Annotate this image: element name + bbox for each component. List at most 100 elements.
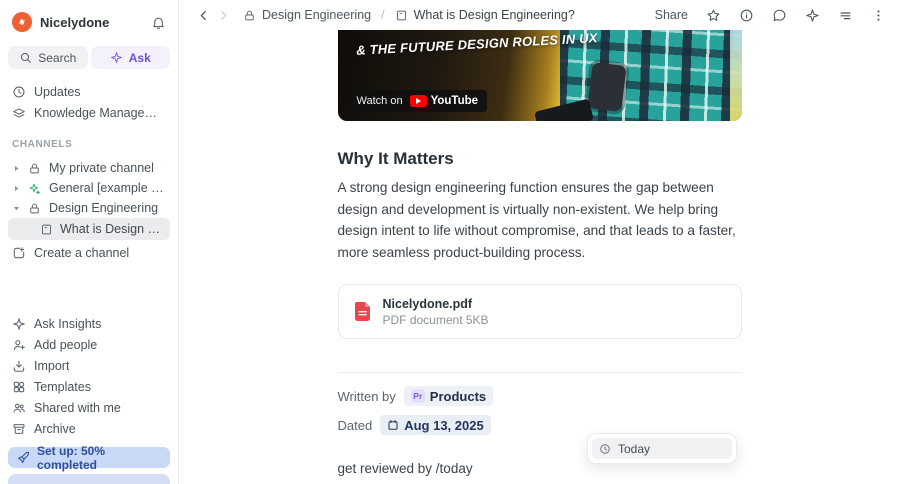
clock-icon — [599, 443, 611, 455]
chevron-right-icon[interactable] — [10, 164, 22, 173]
file-name: Nicelydone.pdf — [382, 296, 473, 311]
youtube-logo: YouTube — [409, 95, 479, 107]
channels-section-header: CHANNELS — [12, 139, 73, 150]
setup-progress-button[interactable]: Set up: 50% completed — [8, 444, 170, 472]
written-by-row: Written by Pr Products — [338, 386, 742, 406]
setup-progress-label: Set up: 50% completed — [37, 443, 106, 472]
video-background-sliver — [729, 30, 742, 121]
green-sparkle-icon — [28, 182, 41, 195]
pdf-attachment-card[interactable]: Nicelydone.pdf PDF document 5KB — [337, 284, 742, 339]
sidebar-item-label: Shared with me — [34, 400, 121, 415]
main-area: Design Engineering / What is Design Engi… — [179, 0, 900, 484]
channel-label: General [example channel] — [49, 181, 168, 195]
create-channel-button[interactable]: Create a channel — [8, 242, 170, 263]
breadcrumb-page[interactable]: What is Design Engineering? — [414, 8, 575, 22]
people-icon — [12, 401, 26, 415]
content-divider — [337, 372, 742, 373]
sidebar-item-shared-with-me[interactable]: Shared with me — [8, 397, 170, 418]
sidebar-item-templates[interactable]: Templates — [8, 376, 170, 397]
forward-icon[interactable] — [213, 9, 233, 22]
bell-icon[interactable] — [151, 15, 166, 30]
chevron-right-icon[interactable] — [10, 184, 22, 193]
page-icon — [40, 223, 53, 236]
app-name: Nicelydone — [40, 14, 110, 30]
sidebar-item-add-people[interactable]: Add people — [8, 334, 170, 355]
app-logo — [12, 12, 32, 32]
search-button[interactable]: Search — [8, 46, 88, 69]
watch-on-label: Watch on — [356, 95, 403, 107]
sidebar-item-ask-insights[interactable]: Ask Insights — [8, 313, 170, 334]
sidebar-item-label: Templates — [34, 379, 91, 394]
toc-icon[interactable] — [838, 8, 853, 23]
ask-button[interactable]: Ask — [90, 46, 170, 69]
youtube-wordmark: YouTube — [430, 95, 479, 107]
sparkle-icon — [12, 317, 26, 331]
lock-icon — [28, 162, 41, 175]
app-window: Nicelydone Search Ask Updates Knowledge … — [0, 0, 900, 484]
clock-icon — [12, 85, 26, 99]
slash-command-dropdown: Today — [587, 433, 737, 464]
info-icon[interactable] — [739, 8, 754, 23]
dropdown-option-label: Today — [618, 441, 651, 456]
more-icon[interactable] — [871, 8, 886, 23]
breadcrumb-separator: / — [381, 8, 385, 22]
layers-icon — [12, 106, 26, 120]
rocket-icon — [17, 451, 30, 464]
sidebar-item-import[interactable]: Import — [8, 355, 170, 376]
dated-row: Dated Aug 13, 2025 — [338, 415, 742, 435]
breadcrumb-channel[interactable]: Design Engineering — [262, 8, 371, 22]
sidebar-item-label: Import — [34, 358, 70, 373]
sidebar-channel-design-engineering[interactable]: Design Engineering — [8, 198, 170, 218]
comment-icon[interactable] — [772, 8, 787, 23]
back-icon[interactable] — [193, 9, 213, 22]
sidebar-item-knowledge-management[interactable]: Knowledge Management — [8, 102, 170, 123]
date-chip[interactable]: Aug 13, 2025 — [380, 415, 491, 435]
share-button[interactable]: Share — [655, 8, 688, 22]
breadcrumb: Design Engineering / What is Design Engi… — [243, 8, 575, 22]
sidebar-nav: Updates Knowledge Management — [8, 81, 170, 123]
dated-label: Dated — [337, 417, 373, 433]
file-info: Nicelydone.pdf PDF document 5KB — [383, 297, 489, 327]
person-plus-icon — [12, 338, 26, 352]
sidebar-item-updates[interactable]: Updates — [8, 81, 170, 102]
star-icon[interactable] — [706, 8, 721, 23]
page-label: What is Design Engineering? — [60, 222, 166, 236]
sidebar-item-label: Knowledge Management — [34, 105, 166, 120]
chevron-down-icon[interactable] — [10, 204, 22, 213]
create-channel-label: Create a channel — [34, 245, 130, 260]
channels-tree: My private channel General [example chan… — [8, 158, 170, 263]
sidebar-item-label: Updates — [34, 84, 81, 99]
partial-bottom-chip[interactable] — [8, 474, 170, 484]
templates-icon — [12, 380, 26, 394]
document-column: & THE FUTURE DESIGN ROLES IN UX Watch on… — [337, 30, 742, 484]
sidebar-channel-general[interactable]: General [example channel] — [8, 178, 170, 198]
youtube-video-embed[interactable]: & THE FUTURE DESIGN ROLES IN UX Watch on… — [337, 30, 742, 121]
sidebar-header: Nicelydone — [8, 8, 170, 36]
watch-on-youtube-button[interactable]: Watch on YouTube — [347, 90, 488, 112]
ask-label: Ask — [128, 50, 151, 65]
sidebar: Nicelydone Search Ask Updates Knowledge … — [0, 0, 179, 484]
calendar-icon — [387, 419, 399, 431]
sidebar-page-what-is-design-engineering[interactable]: What is Design Engineering? — [8, 218, 170, 240]
dropdown-option-today[interactable]: Today — [592, 438, 732, 459]
plus-box-icon — [12, 246, 26, 260]
file-meta: PDF document 5KB — [382, 312, 489, 327]
topbar: Design Engineering / What is Design Engi… — [179, 0, 900, 30]
search-label: Search — [38, 50, 77, 65]
video-microphone — [586, 62, 627, 112]
channel-label: My private channel — [49, 161, 154, 175]
sidebar-item-label: Archive — [34, 421, 76, 436]
sparkle-icon[interactable] — [805, 8, 820, 23]
author-chip[interactable]: Pr Products — [403, 386, 494, 406]
author-name: Products — [429, 388, 487, 404]
lock-icon — [28, 202, 41, 215]
sidebar-item-label: Add people — [34, 337, 98, 352]
import-icon — [12, 359, 26, 373]
sidebar-actions: Search Ask — [8, 46, 170, 69]
sidebar-item-archive[interactable]: Archive — [8, 418, 170, 439]
section-paragraph: A strong design engineering function ens… — [337, 180, 736, 260]
sidebar-channel-my-private[interactable]: My private channel — [8, 158, 170, 178]
lock-icon — [243, 9, 256, 22]
search-icon — [19, 51, 32, 64]
